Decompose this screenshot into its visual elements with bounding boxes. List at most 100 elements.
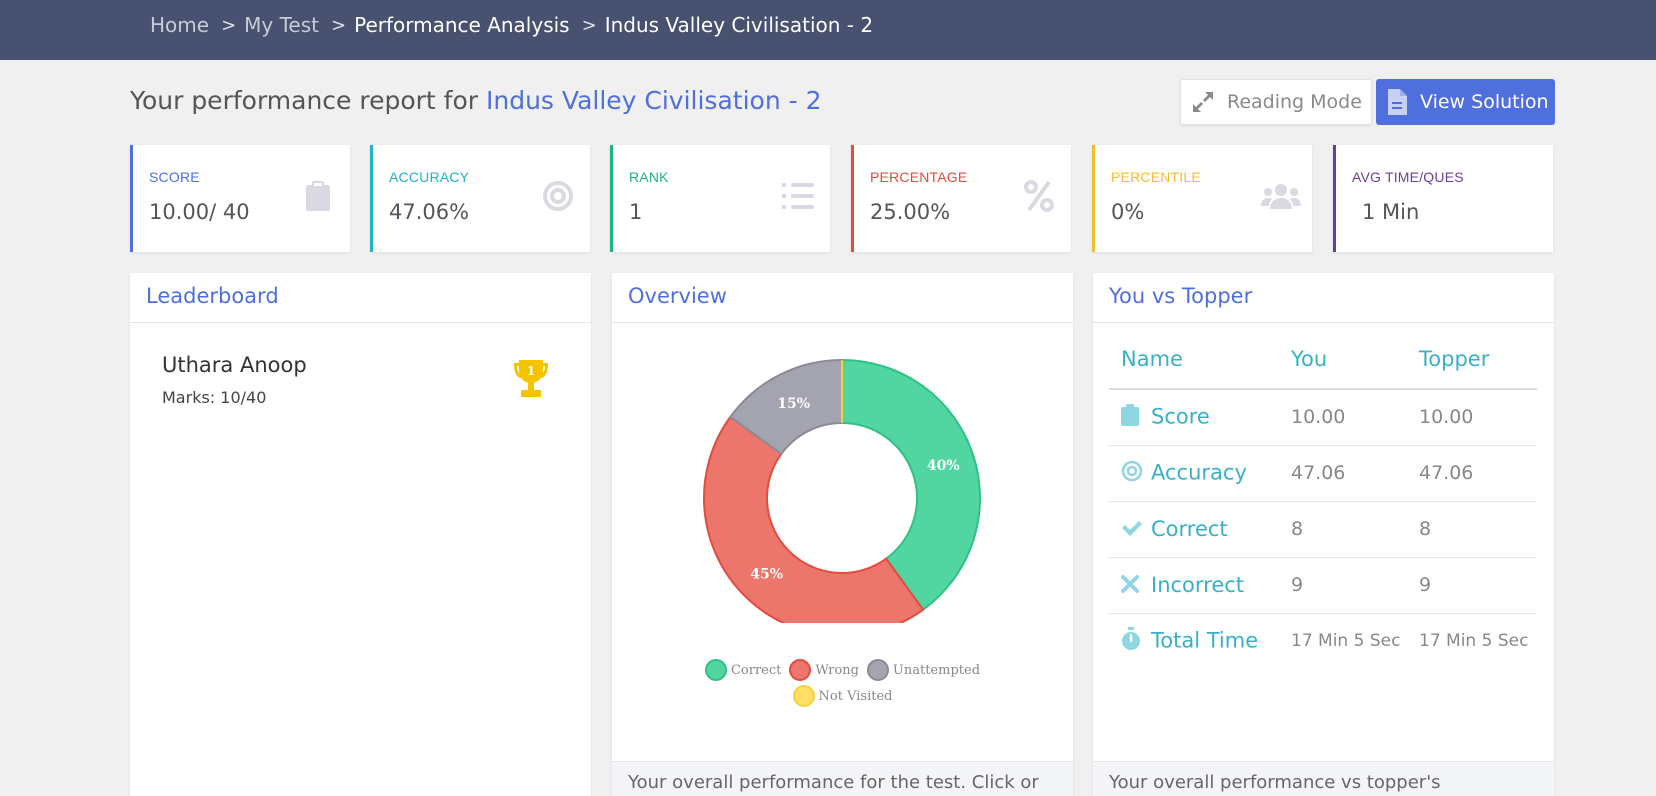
stopwatch-icon bbox=[1121, 626, 1143, 656]
row-label: Score bbox=[1151, 404, 1210, 429]
table-row: Correct 8 8 bbox=[1109, 501, 1537, 558]
clipboard-icon bbox=[1121, 403, 1143, 431]
row-name-cell: Total Time bbox=[1109, 613, 1279, 669]
trophy-icon: 1 bbox=[510, 359, 552, 403]
leaderboard-panel: Leaderboard Uthara Anoop Marks: 10/40 1 bbox=[130, 273, 591, 796]
row-topper-value: 9 bbox=[1407, 557, 1537, 614]
score-label: SCORE bbox=[149, 169, 200, 185]
page-title-test-name: Indus Valley Civilisation - 2 bbox=[486, 86, 822, 115]
overview-donut-chart: 40% 45% 15% bbox=[612, 323, 1073, 637]
table-row: Incorrect 9 9 bbox=[1109, 557, 1537, 614]
you-vs-topper-title: You vs Topper bbox=[1093, 273, 1554, 323]
legend-swatch-correct bbox=[704, 659, 727, 681]
row-you-value: 47.06 bbox=[1279, 445, 1407, 502]
table-row: Total Time 17 Min 5 Sec 17 Min 5 Sec bbox=[1109, 613, 1537, 669]
row-you-value: 8 bbox=[1279, 501, 1407, 558]
percentile-value: 0% bbox=[1111, 200, 1145, 224]
row-you-value: 9 bbox=[1279, 557, 1407, 614]
you-vs-topper-panel: You vs Topper Name You Topper Score 10.0… bbox=[1093, 273, 1554, 796]
donut-label-correct: 40% bbox=[927, 458, 960, 474]
row-topper-value: 10.00 bbox=[1407, 389, 1537, 446]
row-you-value: 10.00 bbox=[1279, 389, 1407, 446]
avg-time-value: 1 Min bbox=[1362, 200, 1420, 224]
table-header-row: Name You Topper bbox=[1109, 329, 1537, 390]
accuracy-card: ACCURACY 47.06% bbox=[370, 145, 590, 252]
leaderboard-title: Leaderboard bbox=[130, 273, 591, 323]
view-solution-button[interactable]: View Solution bbox=[1376, 79, 1555, 125]
percentage-card: PERCENTAGE 25.00% bbox=[851, 145, 1071, 252]
leaderboard-entry-marks: Marks: 10/40 bbox=[162, 388, 267, 407]
percentage-label: PERCENTAGE bbox=[870, 169, 968, 185]
legend-item-wrong[interactable]: Wrong bbox=[789, 659, 859, 681]
row-label: Total Time bbox=[1151, 628, 1259, 653]
row-topper-value: 17 Min 5 Sec bbox=[1419, 631, 1529, 652]
breadcrumb-separator: > bbox=[331, 14, 347, 36]
breadcrumb-performance-analysis[interactable]: Performance Analysis bbox=[354, 13, 570, 37]
table-row: Score 10.00 10.00 bbox=[1109, 389, 1537, 446]
legend-label-not-visited: Not Visited bbox=[818, 688, 893, 704]
row-topper-value: 47.06 bbox=[1407, 445, 1537, 502]
legend-item-unattempted[interactable]: Unattempted bbox=[866, 659, 981, 681]
top-navigation-bar: Home > My Test > Performance Analysis > … bbox=[0, 0, 1656, 60]
you-vs-topper-footer-text: Your overall performance vs topper's bbox=[1093, 761, 1554, 796]
legend-swatch-not-visited bbox=[792, 685, 815, 707]
accuracy-label: ACCURACY bbox=[389, 169, 470, 185]
reading-mode-label: Reading Mode bbox=[1227, 91, 1362, 113]
column-header-name: Name bbox=[1109, 329, 1279, 390]
legend-label-unattempted: Unattempted bbox=[892, 662, 981, 678]
expand-icon bbox=[1191, 90, 1215, 114]
percentage-value: 25.00% bbox=[870, 200, 951, 224]
leaderboard-entry-name: Uthara Anoop bbox=[162, 353, 307, 377]
legend-swatch-unattempted bbox=[866, 659, 889, 681]
document-icon bbox=[1386, 88, 1408, 116]
overview-panel: Overview 40% 45% 15% Correct Wrong Unattem… bbox=[612, 273, 1073, 796]
breadcrumb: Home > My Test > Performance Analysis > … bbox=[150, 13, 873, 37]
overview-footer-text: Your overall performance for the test. C… bbox=[612, 761, 1073, 796]
breadcrumb-test-name: Indus Valley Civilisation - 2 bbox=[604, 13, 874, 37]
row-name-cell: Score bbox=[1109, 389, 1279, 446]
list-ordered-icon bbox=[780, 178, 816, 214]
breadcrumb-my-test[interactable]: My Test bbox=[244, 13, 319, 37]
percent-icon bbox=[1021, 178, 1057, 214]
chart-legend: Correct Wrong Unattempted Not Visited bbox=[612, 657, 1073, 709]
table-row: Accuracy 47.06 47.06 bbox=[1109, 445, 1537, 502]
page-title: Your performance report for Indus Valley… bbox=[130, 86, 822, 115]
row-label: Accuracy bbox=[1151, 460, 1247, 484]
donut-label-unattempted: 15% bbox=[777, 396, 810, 412]
score-card: SCORE 10.00/ 40 bbox=[130, 145, 350, 252]
donut-slice-wrong[interactable] bbox=[703, 415, 925, 637]
avg-time-card: AVG TIME/QUES 1 Min bbox=[1333, 145, 1553, 252]
legend-item-not-visited[interactable]: Not Visited bbox=[792, 685, 893, 707]
target-icon bbox=[1121, 460, 1143, 487]
view-solution-label: View Solution bbox=[1420, 91, 1549, 113]
column-header-you: You bbox=[1279, 329, 1407, 390]
breadcrumb-separator: > bbox=[221, 14, 237, 36]
comparison-table: Name You Topper Score 10.00 10.00 Accura… bbox=[1109, 329, 1537, 669]
check-icon bbox=[1121, 518, 1143, 542]
target-icon bbox=[540, 178, 576, 214]
breadcrumb-home[interactable]: Home bbox=[150, 13, 209, 37]
rank-label: RANK bbox=[629, 169, 669, 185]
row-name-cell: Incorrect bbox=[1109, 557, 1279, 614]
row-label: Incorrect bbox=[1151, 572, 1245, 597]
overview-title: Overview bbox=[612, 273, 1073, 323]
column-header-topper: Topper bbox=[1407, 329, 1537, 390]
row-topper-value: 8 bbox=[1407, 501, 1537, 558]
row-label: Correct bbox=[1151, 516, 1228, 541]
trophy-rank-number: 1 bbox=[527, 364, 535, 378]
row-name-cell: Correct bbox=[1109, 501, 1279, 558]
legend-label-wrong: Wrong bbox=[815, 662, 859, 678]
row-you-value: 17 Min 5 Sec bbox=[1291, 631, 1401, 652]
row-name-cell: Accuracy bbox=[1109, 445, 1279, 502]
legend-label-correct: Correct bbox=[730, 662, 782, 678]
legend-item-correct[interactable]: Correct bbox=[704, 659, 782, 681]
breadcrumb-separator: > bbox=[581, 14, 597, 36]
donut-label-wrong: 45% bbox=[750, 566, 783, 582]
page-title-prefix: Your performance report for bbox=[130, 86, 479, 115]
rank-card: RANK 1 bbox=[610, 145, 830, 252]
percentile-label: PERCENTILE bbox=[1111, 169, 1201, 185]
reading-mode-button[interactable]: Reading Mode bbox=[1180, 79, 1372, 125]
legend-swatch-wrong bbox=[789, 659, 812, 681]
percentile-card: PERCENTILE 0% bbox=[1092, 145, 1312, 252]
score-value: 10.00/ 40 bbox=[149, 200, 250, 224]
